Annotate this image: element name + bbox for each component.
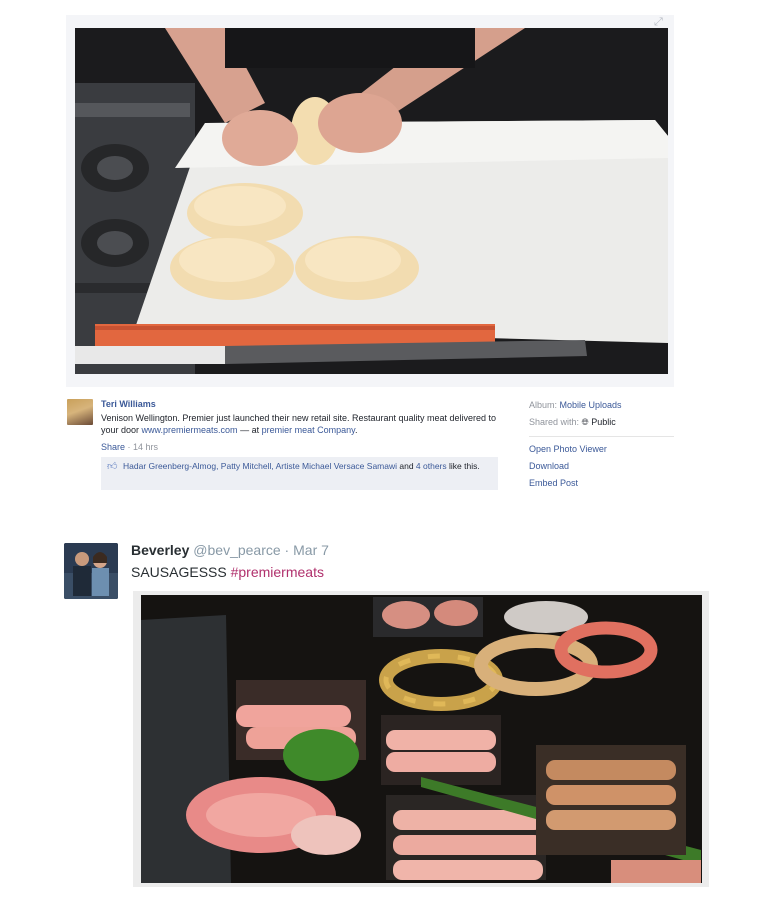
like-icon: 👍︎	[107, 461, 118, 472]
album-link[interactable]: Mobile Uploads	[560, 400, 622, 410]
tweet-avatar[interactable]	[64, 543, 118, 599]
globe-icon: 🌐︎	[581, 417, 589, 427]
embed-post-link[interactable]: Embed Post	[529, 477, 674, 494]
expand-icon[interactable]: ⤢	[654, 16, 666, 28]
post-url-link[interactable]: www.premiermeats.com	[142, 425, 238, 435]
tweet-handle[interactable]: @bev_pearce	[193, 542, 280, 558]
tweet-photo[interactable]	[141, 595, 702, 883]
likes-bar: 👍︎ Hadar Greenberg-Almog, Patty Mitchell…	[101, 457, 498, 490]
album-label: Album:	[529, 400, 560, 410]
post-text: Venison Wellington. Premier just launche…	[101, 412, 501, 436]
post-meta: Share · 14 hrs	[101, 442, 158, 452]
open-photo-viewer-link[interactable]: Open Photo Viewer	[529, 443, 674, 460]
tweet-author-name[interactable]: Beverley	[131, 542, 189, 558]
like-and: and	[397, 461, 416, 471]
place-link[interactable]: premier meat Company	[262, 425, 355, 435]
photo-sidebar: Album: Mobile Uploads Shared with: 🌐︎ Pu…	[529, 399, 674, 494]
sidebar-divider	[529, 436, 674, 437]
album-row: Album: Mobile Uploads	[529, 399, 674, 416]
like-names[interactable]: Hadar Greenberg-Almog, Patty Mitchell, A…	[123, 461, 397, 471]
tweet-hashtag[interactable]: #premiermeats	[231, 564, 324, 580]
tweet-text: SAUSAGESSS #premiermeats	[131, 564, 324, 580]
facebook-post: ⤢ Teri Williams Venison Wellington. Prem…	[66, 15, 674, 500]
post-time: · 14 hrs	[125, 442, 159, 452]
post-at: — at	[237, 425, 262, 435]
tweet-date[interactable]: Mar 7	[293, 542, 329, 558]
shared-row: Shared with: 🌐︎ Public	[529, 416, 674, 433]
shared-label: Shared with:	[529, 417, 582, 427]
post-end: .	[354, 425, 358, 435]
shared-value: Public	[591, 417, 616, 427]
post-photo-frame: ⤢	[66, 15, 674, 387]
like-suffix: like this.	[446, 461, 480, 471]
post-photo[interactable]	[75, 28, 668, 374]
author-name[interactable]: Teri Williams	[101, 399, 156, 409]
tweet-body: SAUSAGESSS	[131, 564, 231, 580]
download-link[interactable]: Download	[529, 460, 674, 477]
share-link[interactable]: Share	[101, 442, 125, 452]
author-avatar[interactable]	[67, 399, 93, 425]
tweet-separator: ·	[280, 542, 294, 558]
like-others-link[interactable]: 4 others	[416, 461, 447, 471]
tweet-photo-frame	[133, 591, 709, 887]
tweet-header: Beverley @bev_pearce · Mar 7	[131, 542, 329, 558]
